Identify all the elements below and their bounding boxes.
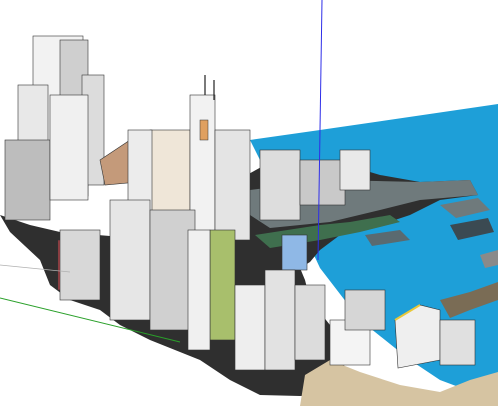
building-mid-right-2 — [299, 159, 346, 206]
building-left-block — [4, 139, 51, 221]
building-green-accent — [209, 229, 236, 341]
building-waterfront-1 — [439, 319, 476, 366]
tower-center-3 — [214, 129, 251, 241]
city-model-scene[interactable] — [0, 0, 498, 406]
3d-viewport[interactable] — [0, 0, 498, 406]
building-fg-5 — [234, 284, 266, 371]
building-fg-1 — [59, 229, 101, 301]
building-mid-right-1 — [259, 149, 301, 221]
building-fg-4 — [187, 229, 211, 351]
building-fg-2 — [109, 199, 151, 321]
tower-center-2-accent — [199, 119, 209, 141]
building-fg-9 — [344, 289, 386, 331]
building-left-mid — [49, 94, 89, 201]
building-fg-7 — [294, 284, 326, 361]
building-fg-6 — [264, 269, 296, 371]
building-mid-right-3 — [339, 149, 371, 191]
building-blue-accent — [281, 234, 308, 271]
